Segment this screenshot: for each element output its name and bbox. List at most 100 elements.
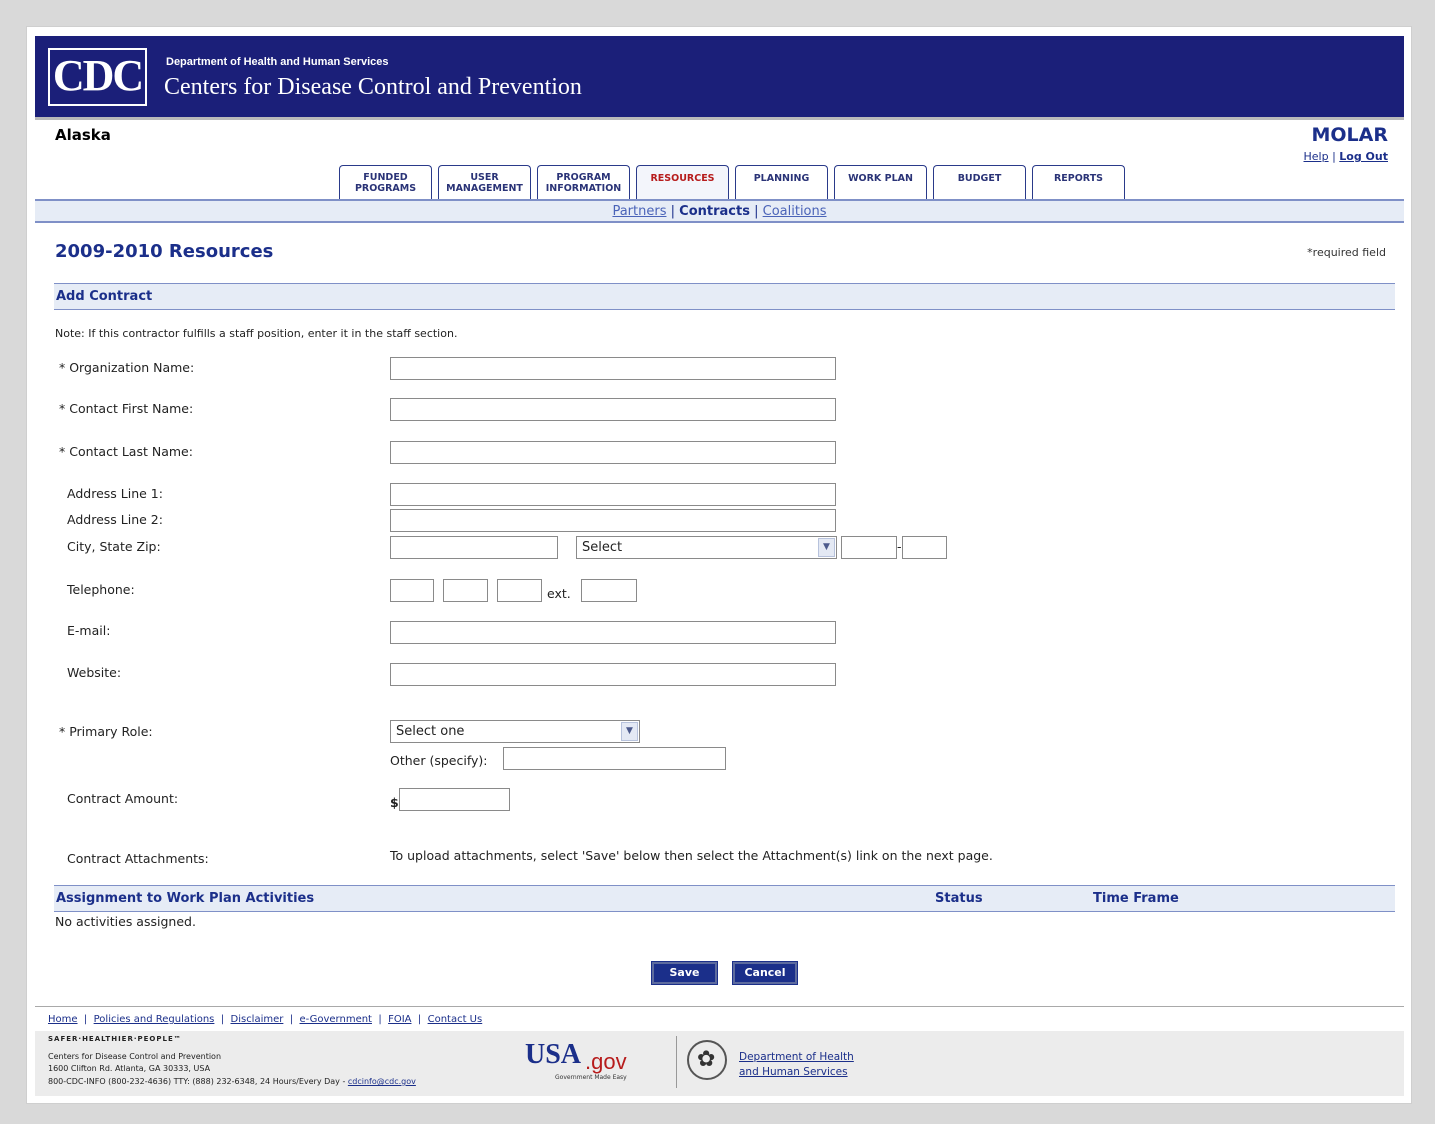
required-field-note: *required field [1307, 246, 1386, 259]
hhs-eagle-icon[interactable]: ✿ [687, 1040, 727, 1080]
phone-area-input[interactable] [390, 579, 434, 602]
tab-label: FUNDED [363, 172, 408, 183]
usagov-logo-main: USA [525, 1039, 582, 1070]
footer-link-home[interactable]: Home [48, 1014, 78, 1025]
phone-ext-input[interactable] [581, 579, 637, 602]
contract-amount-input[interactable] [399, 788, 510, 811]
tab-work-plan[interactable]: WORK PLAN [834, 165, 927, 199]
assignments-header: Assignment to Work Plan Activities Statu… [54, 885, 1395, 912]
footer-separator: | [286, 1014, 300, 1025]
footer-address-3: 800-CDC-INFO (800-232-4636) TTY: (888) 2… [48, 1077, 416, 1086]
state-select[interactable]: Select ▼ [576, 536, 837, 559]
state-select-value: Select [582, 540, 623, 555]
tab-label: BUDGET [957, 173, 1002, 184]
city-state-zip-label: City, State Zip: [67, 539, 161, 554]
usagov-logo[interactable]: USA .gov Government Made Easy [525, 1039, 665, 1085]
status-column-header: Status [935, 891, 983, 906]
tab-label: PROGRAM [556, 172, 611, 183]
tab-label: REPORTS [1053, 173, 1104, 184]
org-name-label: * Organization Name: [59, 360, 195, 375]
no-activities-text: No activities assigned. [55, 914, 196, 929]
other-specify-label: Other (specify): [390, 753, 488, 768]
chevron-down-icon[interactable]: ▼ [818, 538, 835, 557]
footer-contact-line: 800-CDC-INFO (800-232-4636) TTY: (888) 2… [48, 1077, 348, 1086]
footer-tagline: SAFER·HEALTHIER·PEOPLE™ [48, 1035, 182, 1043]
primary-role-label: * Primary Role: [59, 724, 153, 739]
city-input[interactable] [390, 536, 558, 559]
tab-funded-programs[interactable]: FUNDED PROGRAMS [339, 165, 432, 199]
hhs-link-line1: Department of Health [739, 1051, 854, 1063]
footer-separator: | [375, 1014, 389, 1025]
last-name-input[interactable] [390, 441, 836, 464]
footer-separator: | [80, 1014, 94, 1025]
subnav-contracts[interactable]: Contracts [679, 204, 750, 219]
footer-vertical-divider [676, 1036, 677, 1088]
cdc-logo[interactable]: CDC [48, 48, 147, 106]
tab-label: INFORMATION [545, 183, 622, 194]
footer-links: Home | Policies and Regulations | Discla… [48, 1014, 482, 1025]
footer-link-policies[interactable]: Policies and Regulations [94, 1014, 215, 1025]
subnav: Partners | Contracts | Coalitions [35, 201, 1404, 223]
tab-budget[interactable]: BUDGET [933, 165, 1026, 199]
tab-label: WORK PLAN [848, 173, 913, 184]
header-banner: CDC Department of Health and Human Servi… [35, 36, 1404, 120]
ext-label: ext. [547, 586, 571, 601]
zip-dash: - [897, 539, 902, 554]
first-name-input[interactable] [390, 398, 836, 421]
footer-email-link[interactable]: cdcinfo@cdc.gov [348, 1077, 416, 1086]
timeframe-column-header: Time Frame [1093, 891, 1179, 906]
footer-address-2: 1600 Clifton Rd. Atlanta, GA 30333, USA [48, 1064, 211, 1073]
staff-note: Note: If this contractor fulfills a staf… [55, 327, 458, 340]
tab-label: USER [470, 172, 499, 183]
tab-label: RESOURCES [650, 173, 715, 184]
tab-user-management[interactable]: USER MANAGEMENT [438, 165, 531, 199]
subnav-separator: | [754, 204, 759, 219]
address1-label: Address Line 1: [67, 486, 163, 501]
other-specify-input[interactable] [503, 747, 726, 770]
usagov-logo-suffix: .gov [585, 1049, 627, 1074]
hhs-link[interactable]: Department of Health and Human Services [739, 1050, 854, 1080]
page-title: 2009-2010 Resources [55, 241, 274, 262]
address2-label: Address Line 2: [67, 512, 163, 527]
primary-role-select[interactable]: Select one ▼ [390, 720, 640, 743]
section-header-add-contract: Add Contract [54, 283, 1395, 310]
tab-planning[interactable]: PLANNING [735, 165, 828, 199]
phone-prefix-input[interactable] [443, 579, 488, 602]
last-name-label: * Contact Last Name: [59, 444, 193, 459]
assignments-title: Assignment to Work Plan Activities [56, 891, 315, 906]
tab-resources[interactable]: RESOURCES [636, 165, 729, 200]
zip-input[interactable] [841, 536, 897, 559]
chevron-down-icon[interactable]: ▼ [621, 722, 638, 741]
agency-name: Centers for Disease Control and Preventi… [164, 74, 582, 100]
logout-link[interactable]: Log Out [1339, 150, 1388, 163]
subnav-coalitions[interactable]: Coalitions [763, 204, 827, 219]
address2-input[interactable] [390, 509, 836, 532]
org-name-input[interactable] [390, 357, 836, 380]
browser-frame: CDC Department of Health and Human Servi… [26, 26, 1412, 1104]
tab-program-information[interactable]: PROGRAM INFORMATION [537, 165, 630, 199]
tab-label: PLANNING [753, 173, 810, 184]
state-name: Alaska [55, 126, 111, 144]
tab-reports[interactable]: REPORTS [1032, 165, 1125, 199]
email-input[interactable] [390, 621, 836, 644]
website-input[interactable] [390, 663, 836, 686]
save-button[interactable]: Save [651, 961, 718, 985]
contract-attachments-label: Contract Attachments: [67, 851, 209, 866]
phone-line-input[interactable] [497, 579, 542, 602]
footer-link-disclaimer[interactable]: Disclaimer [231, 1014, 284, 1025]
cancel-button[interactable]: Cancel [732, 961, 798, 985]
page: CDC Department of Health and Human Servi… [35, 36, 1404, 1096]
subnav-separator: | [670, 204, 676, 219]
help-link[interactable]: Help [1304, 150, 1329, 163]
department-name: Department of Health and Human Services [166, 56, 389, 68]
footer-link-contact[interactable]: Contact Us [428, 1014, 483, 1025]
tab-label: MANAGEMENT [446, 183, 523, 194]
footer-link-foia[interactable]: FOIA [388, 1014, 411, 1025]
address1-input[interactable] [390, 483, 836, 506]
attachments-instructions: To upload attachments, select 'Save' bel… [390, 848, 993, 863]
footer-separator: | [414, 1014, 428, 1025]
subnav-partners[interactable]: Partners [612, 204, 666, 219]
contract-amount-label: Contract Amount: [67, 791, 179, 806]
footer-link-egovernment[interactable]: e-Government [299, 1014, 372, 1025]
zip4-input[interactable] [902, 536, 947, 559]
